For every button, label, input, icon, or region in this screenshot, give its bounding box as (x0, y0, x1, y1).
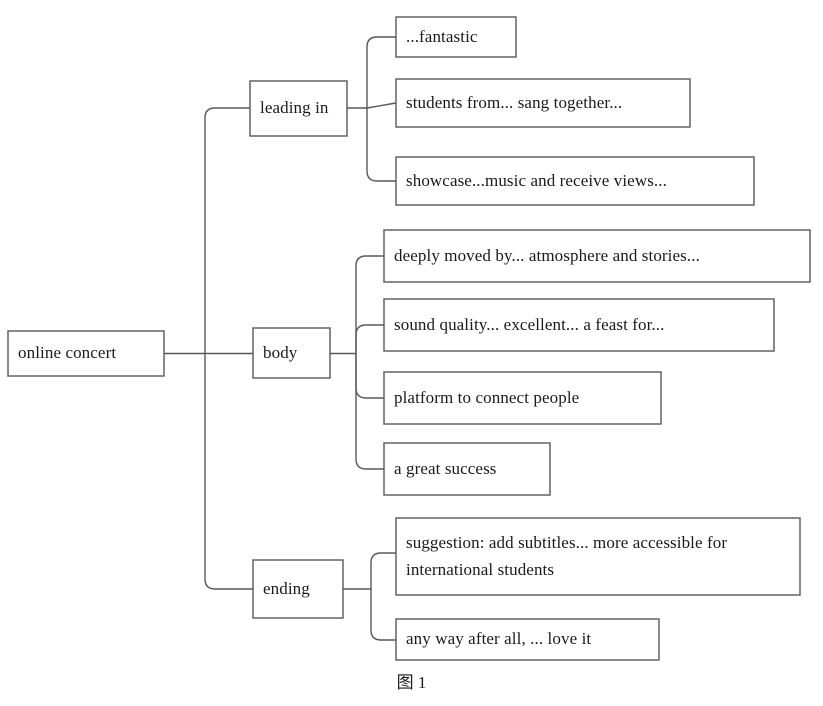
node-label-showcase: showcase...music and receive views... (406, 170, 667, 190)
node-label-anyway: any way after all, ... love it (406, 629, 592, 649)
node-label-ending: ending (263, 578, 310, 598)
connector-body-to-sound-quality (355, 324, 384, 354)
connector-trunk-to-ending (204, 353, 253, 590)
connector-ending-to-anyway (370, 589, 396, 641)
connector-ending-to-suggestion (370, 552, 396, 589)
node-label-online-concert: online concert (18, 343, 117, 363)
connector-body-to-deeply-moved (355, 255, 384, 354)
connector-trunk-to-leading-in (204, 107, 250, 354)
figure-caption: 图 1 (396, 673, 427, 692)
node-label-leading-in: leading in (260, 98, 329, 118)
node-label-suggestion: suggestion: add subtitles... more access… (406, 533, 732, 579)
node-label-sound-quality: sound quality... excellent... a feast fo… (394, 314, 665, 334)
node-label-deeply-moved: deeply moved by... atmosphere and storie… (394, 245, 700, 265)
connector-leading-in-to-students (366, 102, 397, 109)
node-label-students: students from... sang together... (406, 92, 623, 112)
mind-map-diagram: online concert leading in body ending ..… (0, 0, 823, 706)
node-label-fantastic: ...fantastic (406, 26, 478, 46)
connector-body-to-great-success (355, 353, 384, 470)
connector-body-to-platform (355, 353, 384, 399)
connector-leading-in-to-fantastic (366, 36, 396, 108)
node-label-platform: platform to connect people (394, 387, 580, 407)
node-label-great-success: a great success (394, 458, 497, 478)
node-label-body: body (263, 342, 298, 362)
connector-leading-in-to-showcase (366, 108, 396, 182)
